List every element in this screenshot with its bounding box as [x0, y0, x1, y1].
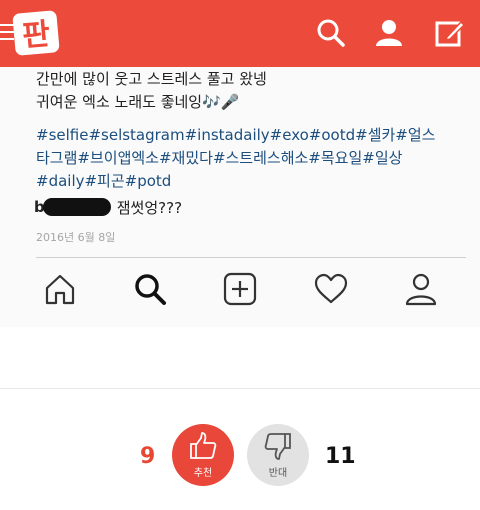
downvote-button[interactable]: 반대	[247, 424, 309, 486]
add-post-icon[interactable]	[222, 271, 258, 307]
comment-text: 잼썻엉???	[116, 198, 183, 217]
profile-icon[interactable]	[374, 18, 404, 48]
logo-text: 판	[21, 17, 52, 54]
divider	[36, 257, 466, 258]
upvote-count: 9	[140, 444, 156, 469]
upvote-button[interactable]: 추천	[172, 424, 234, 486]
home-icon[interactable]	[42, 271, 78, 307]
search-icon[interactable]	[132, 271, 168, 307]
thumbs-down-icon	[264, 433, 291, 460]
post-caption: 간만에 많이 웃고 스트레스 풀고 왔넹 귀여운 엑소 노래도 좋네잉🎶🎤	[36, 68, 466, 114]
separator	[0, 388, 480, 389]
comment: b 잼썻엉???	[34, 196, 182, 218]
downvote-label: 반대	[268, 468, 288, 479]
profile-icon[interactable]	[403, 271, 439, 307]
app-logo[interactable]: 판	[12, 9, 60, 57]
redacted-username	[42, 198, 111, 216]
hashtag-block: #selfie#selstagram#instadaily#exo#ootd#셀…	[36, 124, 466, 193]
thumbs-up-icon	[190, 432, 217, 459]
hashtag-line[interactable]: #selfie#selstagram#instadaily#exo#ootd#셀…	[36, 124, 466, 147]
hashtag-line[interactable]: #daily#피곤#potd	[36, 170, 466, 193]
search-icon[interactable]	[316, 18, 346, 48]
hashtag-line[interactable]: 타그램#브이앱엑소#재밌다#스트레스해소#목요일#일상	[36, 147, 466, 170]
write-icon[interactable]	[434, 18, 464, 48]
downvote-count: 11	[325, 444, 356, 469]
post-date: 2016년 6월 8일	[36, 231, 116, 244]
heart-icon[interactable]	[313, 271, 349, 307]
upvote-label: 추천	[193, 468, 213, 479]
caption-line: 귀여운 엑소 노래도 좋네잉🎶🎤	[36, 93, 240, 111]
caption-line: 간만에 많이 웃고 스트레스 풀고 왔넹	[36, 70, 267, 88]
top-bar: 판	[0, 0, 480, 67]
